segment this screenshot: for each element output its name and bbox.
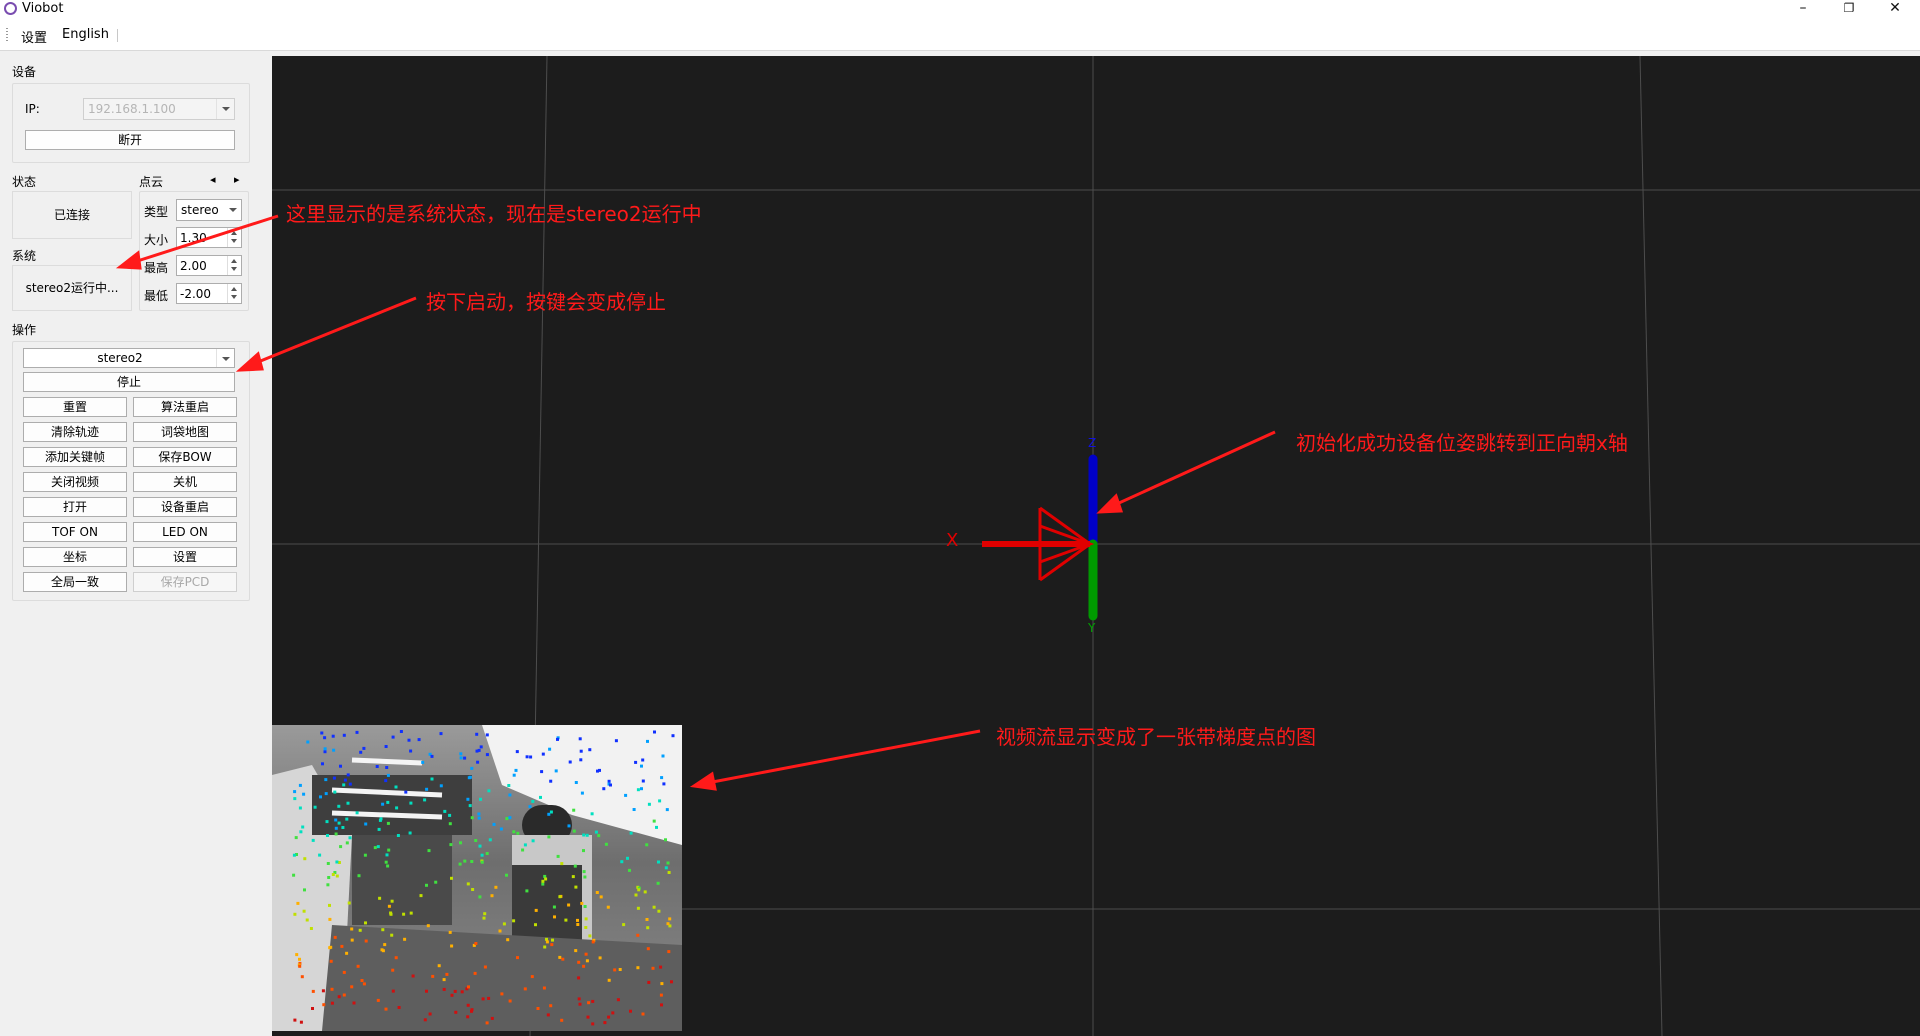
annotation-status-note: 这里显示的是系统状态，现在是stereo2运行中 bbox=[286, 202, 702, 226]
annotation-arrow-status bbox=[127, 214, 279, 266]
arrowhead-icon bbox=[1096, 493, 1124, 514]
arrowhead-icon bbox=[689, 771, 717, 791]
annotation-init-note: 初始化成功设备位姿跳转到正向朝x轴 bbox=[1296, 431, 1628, 455]
annotation-arrow-start bbox=[247, 296, 417, 368]
arrowhead-icon bbox=[115, 250, 142, 270]
annotation-video-note: 视频流显示变成了一张带梯度点的图 bbox=[996, 725, 1316, 749]
annotation-arrow-init bbox=[1107, 430, 1276, 510]
annotation-start-note: 按下启动，按键会变成停止 bbox=[426, 290, 666, 314]
annotation-arrow-video bbox=[701, 729, 981, 786]
arrowhead-icon bbox=[235, 351, 264, 372]
annotation-overlay bbox=[115, 214, 1276, 791]
